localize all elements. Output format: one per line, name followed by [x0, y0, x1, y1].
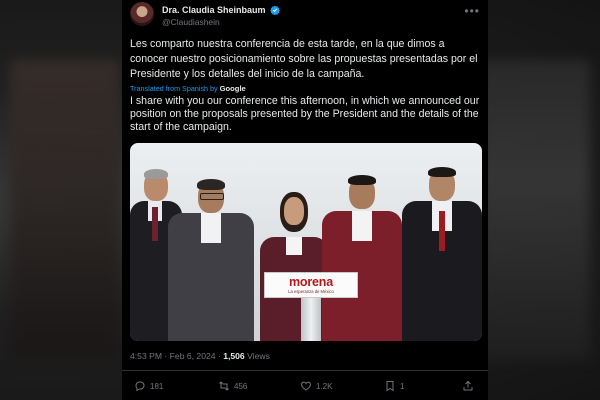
bookmark-button[interactable]: 1 [384, 380, 404, 392]
repost-icon [219, 381, 229, 391]
podium-stand [301, 298, 321, 341]
share-icon [463, 380, 473, 391]
meta-separator: · [217, 351, 221, 361]
verified-badge-icon [270, 5, 280, 15]
translator-name: Google [219, 84, 246, 93]
repost-count: 456 [234, 381, 248, 391]
podium-sign: morena La esperanza de México [264, 272, 358, 298]
tweet-date[interactable]: Feb 6, 2024 [170, 351, 216, 361]
tweet-photo[interactable]: morena La esperanza de México [130, 143, 482, 341]
tweet-header: Dra. Claudia Sheinbaum @Claudiashein ••• [130, 2, 480, 30]
action-bar: 181 456 1.2K 1 [130, 380, 480, 396]
share-button[interactable] [462, 380, 474, 392]
person-right-dark-suit [402, 167, 482, 341]
like-button[interactable]: 1.2K [300, 380, 332, 392]
bookmark-icon [386, 381, 394, 392]
avatar[interactable] [130, 2, 154, 26]
views-count: 1,506 [223, 351, 245, 361]
meta-separator: · [164, 351, 168, 361]
tweet-card: Dra. Claudia Sheinbaum @Claudiashein •••… [122, 0, 488, 400]
tweet-time[interactable]: 4:53 PM [130, 351, 162, 361]
views-label: Views [247, 351, 270, 361]
more-options-icon[interactable]: ••• [464, 4, 480, 18]
repost-button[interactable]: 456 [218, 380, 247, 392]
tweet-text-original: Les comparto nuestra conferencia de esta… [130, 38, 478, 80]
translated-label[interactable]: Translated from Spanish by [130, 84, 218, 93]
heart-icon [301, 381, 311, 391]
divider [122, 370, 488, 371]
author-handle[interactable]: @Claudiashein [162, 17, 220, 27]
person-grey-suit [168, 179, 254, 341]
tweet-text-translation: I share with you our conference this aft… [130, 95, 480, 133]
like-count: 1.2K [316, 381, 333, 391]
translation-attribution[interactable]: Translated from Spanish by Google [130, 84, 246, 93]
author-name-line[interactable]: Dra. Claudia Sheinbaum [162, 5, 280, 15]
morena-logo: morena [289, 275, 333, 289]
reply-icon [135, 381, 145, 392]
tweet-meta: 4:53 PM · Feb 6, 2024 · 1,506 Views [130, 351, 270, 361]
bookmark-count: 1 [400, 381, 405, 391]
author-name[interactable]: Dra. Claudia Sheinbaum [162, 5, 266, 15]
reply-count: 181 [150, 381, 164, 391]
reply-button[interactable]: 181 [134, 380, 163, 392]
podium: morena La esperanza de México [264, 272, 358, 341]
morena-tagline: La esperanza de México [288, 289, 334, 294]
